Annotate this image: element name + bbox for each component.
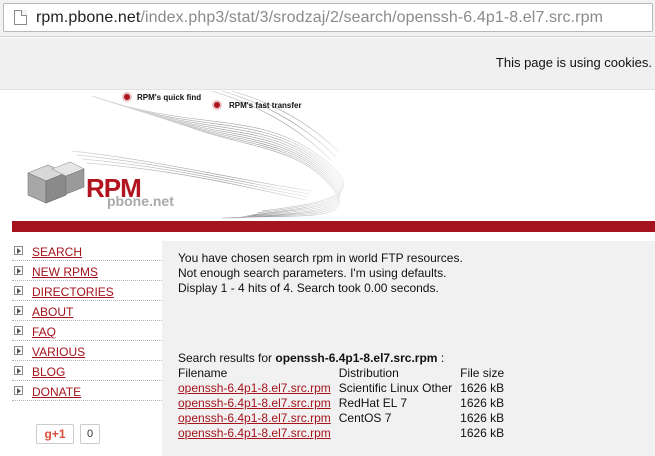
sidebar-link-directories[interactable]: DIRECTORIES (32, 285, 114, 299)
sidebar-item-faq[interactable]: FAQ (12, 321, 162, 341)
column-header-distribution: Distribution (338, 365, 399, 380)
sidebar-link-blog[interactable]: BLOG (32, 365, 65, 379)
arrow-bullet-icon (14, 266, 23, 275)
results-heading: Search results for openssh-6.4p1-8.el7.s… (178, 351, 444, 365)
search-message-1: You have chosen search rpm in world FTP … (178, 251, 463, 265)
result-filename-link[interactable]: openssh-6.4p1-8.el7.src.rpm (178, 396, 331, 410)
sidebar-nav: SEARCH NEW RPMS DIRECTORIES ABOUT FAQ VA… (12, 241, 162, 401)
result-distribution: RedHat EL 7 (338, 395, 408, 410)
results-suffix: : (440, 351, 445, 365)
sidebar-item-donate[interactable]: DONATE (12, 381, 162, 401)
fast-transfer-link[interactable]: RPM's fast transfer (229, 101, 302, 110)
sidebar-link-donate[interactable]: DONATE (32, 385, 81, 399)
table-row: openssh-6.4p1-8.el7.src.rpm 1626 kB (178, 425, 512, 440)
site-banner: RPM's quick find RPM's fast transfer RPM… (12, 91, 655, 219)
results-header-row: Filename Distribution File size (178, 365, 512, 380)
arrow-bullet-icon (14, 366, 23, 375)
table-row: openssh-6.4p1-8.el7.src.rpm CentOS 7 162… (178, 410, 512, 425)
arrow-bullet-icon (14, 346, 23, 355)
arrow-bullet-icon (14, 306, 23, 315)
google-plus-button[interactable]: g+1 (36, 424, 74, 444)
results-query: openssh-6.4p1-8.el7.src.rpm (275, 351, 438, 365)
results-prefix: Search results for (178, 351, 273, 365)
column-header-filename: Filename (178, 365, 228, 380)
cookie-notice-text: This page is using cookies. (495, 55, 652, 70)
arrow-bullet-icon (14, 326, 23, 335)
result-filename-link[interactable]: openssh-6.4p1-8.el7.src.rpm (178, 381, 331, 395)
result-distribution: CentOS 7 (338, 410, 392, 425)
result-distribution: Scientific Linux Other (338, 380, 453, 395)
sidebar-item-various[interactable]: VARIOUS (12, 341, 162, 361)
table-row: openssh-6.4p1-8.el7.src.rpm RedHat EL 7 … (178, 395, 512, 410)
page-icon (14, 10, 27, 25)
table-row: openssh-6.4p1-8.el7.src.rpm Scientific L… (178, 380, 512, 395)
sidebar-item-about[interactable]: ABOUT (12, 301, 162, 321)
arrow-bullet-icon (14, 386, 23, 395)
browser-toolbar: rpm.pbone.net/index.php3/stat/3/srodzaj/… (0, 0, 655, 37)
address-bar[interactable]: rpm.pbone.net/index.php3/stat/3/srodzaj/… (3, 3, 653, 32)
quick-find-dot (122, 92, 132, 102)
result-distribution (339, 425, 460, 440)
fast-transfer-dot (212, 100, 222, 110)
results-table: Filename Distribution File size openssh-… (178, 365, 512, 440)
banner-divider (12, 221, 655, 232)
url-text[interactable]: rpm.pbone.net/index.php3/stat/3/srodzaj/… (36, 9, 603, 27)
sidebar-link-about[interactable]: ABOUT (32, 305, 73, 319)
main-content: You have chosen search rpm in world FTP … (162, 241, 655, 456)
arrow-bullet-icon (14, 246, 23, 255)
sidebar-item-directories[interactable]: DIRECTORIES (12, 281, 162, 301)
quick-find-link[interactable]: RPM's quick find (137, 93, 201, 102)
url-path: /index.php3/stat/3/srodzaj/2/search/open… (140, 9, 604, 26)
sidebar-link-new-rpms[interactable]: NEW RPMS (32, 265, 98, 279)
rpm-cube-logo (27, 161, 85, 204)
search-message-2: Not enough search parameters. I'm using … (178, 266, 447, 280)
column-header-size: File size (460, 365, 505, 380)
result-filename-link[interactable]: openssh-6.4p1-8.el7.src.rpm (178, 411, 331, 425)
sidebar-item-blog[interactable]: BLOG (12, 361, 162, 381)
result-size: 1626 kB (460, 380, 505, 395)
sidebar-link-search[interactable]: SEARCH (32, 245, 82, 259)
sidebar-item-new-rpms[interactable]: NEW RPMS (12, 261, 162, 281)
cookie-notice-bar: This page is using cookies. (0, 38, 655, 90)
result-size: 1626 kB (460, 410, 505, 425)
arrow-bullet-icon (14, 286, 23, 295)
google-plus-count: 0 (80, 424, 100, 444)
result-size: 1626 kB (460, 425, 505, 440)
sidebar-link-various[interactable]: VARIOUS (32, 345, 85, 359)
sidebar-link-faq[interactable]: FAQ (32, 325, 56, 339)
sidebar-item-search[interactable]: SEARCH (12, 241, 162, 261)
search-message-3: Display 1 - 4 hits of 4. Search took 0.0… (178, 281, 439, 295)
url-domain: rpm.pbone.net (36, 9, 141, 26)
result-size: 1626 kB (460, 395, 505, 410)
result-filename-link[interactable]: openssh-6.4p1-8.el7.src.rpm (178, 426, 331, 440)
logo-pbone-text: pbone.net (107, 193, 174, 209)
